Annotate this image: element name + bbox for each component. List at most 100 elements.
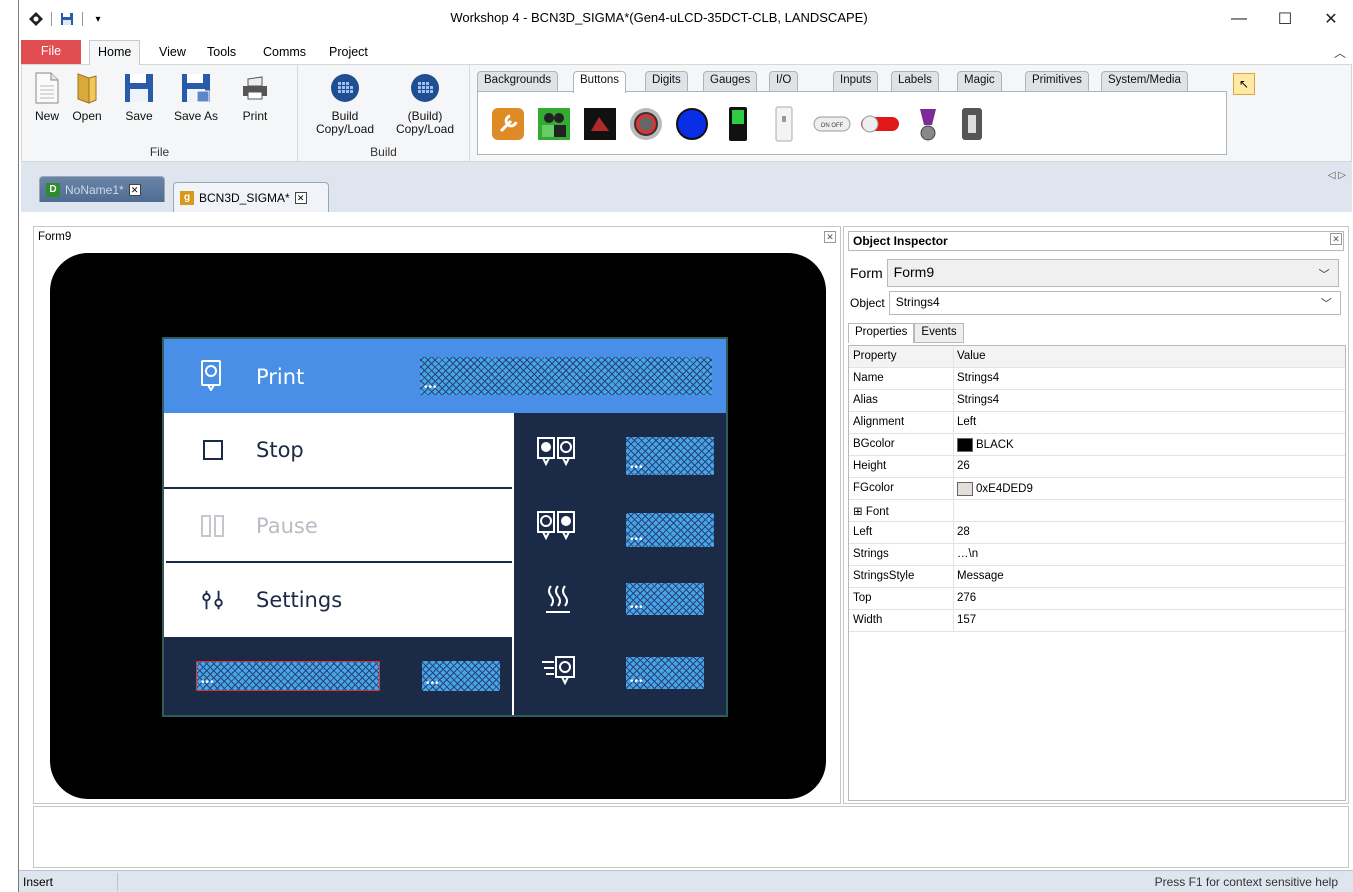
color-swatch xyxy=(957,438,973,452)
property-row[interactable]: Left 28 xyxy=(849,522,1345,544)
device-screen[interactable]: Print ••• Stop Pause Settings ••• ••• ••… xyxy=(162,337,728,717)
users-button-icon[interactable] xyxy=(536,106,572,142)
property-name: Strings xyxy=(853,548,889,560)
property-row[interactable]: Strings …\n xyxy=(849,544,1345,566)
property-value-cell[interactable]: Message xyxy=(957,570,1004,582)
palette-tab-io[interactable]: I/O xyxy=(769,71,799,91)
strings-field-selected[interactable]: ••• xyxy=(196,661,380,691)
menu-item-print[interactable]: Print ••• xyxy=(164,339,726,413)
palette-tab-inputs[interactable]: Inputs xyxy=(833,71,879,91)
round-metal-button-icon[interactable] xyxy=(628,106,664,142)
menu-item-settings[interactable]: Settings xyxy=(164,563,512,637)
bed-temp-field[interactable]: ••• xyxy=(626,583,704,615)
blue-circle-button-icon[interactable] xyxy=(674,106,710,142)
open-button[interactable]: Open xyxy=(72,71,102,123)
tab-events[interactable]: Events xyxy=(914,323,964,343)
property-value-cell[interactable]: 0xE4DED9 xyxy=(957,482,1033,496)
form-select[interactable]: Form9 ﹀ xyxy=(886,259,1339,287)
output-panel[interactable] xyxy=(33,806,1349,868)
property-row[interactable]: Width 157 xyxy=(849,610,1345,632)
left-temp-field[interactable]: ••• xyxy=(626,437,714,475)
grid-column-line xyxy=(953,390,954,412)
property-row[interactable]: Alias Strings4 xyxy=(849,390,1345,412)
property-name: StringsStyle xyxy=(853,570,915,582)
pointer-select-icon[interactable]: ↖ xyxy=(1233,73,1255,95)
ribbon-collapse-icon[interactable]: ︿ xyxy=(1334,44,1346,61)
wrench-tool-icon[interactable] xyxy=(490,106,526,142)
purple-knob-switch-icon[interactable] xyxy=(910,106,946,142)
doc-tab-noname1[interactable]: D NoName1* ✕ xyxy=(39,176,165,202)
property-row[interactable]: StringsStyle Message xyxy=(849,566,1345,588)
close-inspector-icon[interactable]: ✕ xyxy=(1330,233,1342,245)
build-group-label: Build xyxy=(370,145,397,159)
property-value-cell[interactable]: …\n xyxy=(957,548,978,560)
property-value-cell[interactable]: Strings4 xyxy=(957,394,999,406)
tab-comms[interactable]: Comms xyxy=(255,42,314,64)
app-logo-icon[interactable] xyxy=(27,10,45,28)
print-button[interactable]: Print xyxy=(240,71,270,123)
grid-column-line xyxy=(953,456,954,478)
property-value: Strings4 xyxy=(957,372,1000,384)
field-dots: ••• xyxy=(630,534,644,545)
red-toggle-icon[interactable] xyxy=(860,106,900,142)
save-quick-icon[interactable] xyxy=(58,10,76,28)
property-row[interactable]: ⊞ Font xyxy=(849,500,1345,522)
4d-logo-button-icon[interactable] xyxy=(582,106,618,142)
palette-tab-gauges[interactable]: Gauges xyxy=(703,71,758,91)
property-row[interactable]: BGcolor BLACK xyxy=(849,434,1345,456)
tab-view[interactable]: View xyxy=(151,42,194,64)
slider-switch-icon[interactable] xyxy=(766,106,802,142)
minimize-button[interactable]: — xyxy=(1216,0,1262,38)
object-select[interactable]: Strings4 ﹀ xyxy=(888,291,1341,315)
build-only-copy-load-button[interactable]: (Build) Copy/Load xyxy=(390,71,460,136)
close-button[interactable]: ✕ xyxy=(1308,0,1353,38)
save-button[interactable]: Save xyxy=(124,71,154,123)
right-temp-field[interactable]: ••• xyxy=(626,513,714,547)
close-tab-icon[interactable]: ✕ xyxy=(294,191,307,204)
tab-home[interactable]: Home xyxy=(89,40,141,65)
property-value-cell[interactable]: Left xyxy=(957,416,976,428)
close-tab-icon[interactable]: ✕ xyxy=(128,183,141,196)
new-button[interactable]: New xyxy=(32,71,62,123)
close-pane-icon[interactable]: ✕ xyxy=(824,231,836,243)
maximize-button[interactable]: ☐ xyxy=(1262,0,1308,38)
property-name: Height xyxy=(853,460,887,472)
on-off-toggle-icon[interactable]: ON OFF xyxy=(812,106,852,142)
menu-item-stop[interactable]: Stop xyxy=(164,413,512,487)
qat-customize-icon[interactable]: ▾ xyxy=(89,10,107,28)
save-as-button[interactable]: Save As xyxy=(174,71,218,123)
property-value-cell[interactable]: Strings4 xyxy=(957,372,999,384)
property-row[interactable]: Name Strings4 xyxy=(849,368,1345,390)
property-row[interactable]: Top 276 xyxy=(849,588,1345,610)
green-rocker-switch-icon[interactable] xyxy=(720,106,756,142)
palette-tab-system-media[interactable]: System/Media xyxy=(1101,71,1188,91)
palette-tab-backgrounds[interactable]: Backgrounds xyxy=(477,71,559,91)
palette-tab-digits[interactable]: Digits xyxy=(645,71,688,91)
property-value-cell[interactable]: 157 xyxy=(957,614,976,626)
property-value-cell[interactable]: BLACK xyxy=(957,438,1014,452)
palette-tab-labels[interactable]: Labels xyxy=(891,71,939,91)
palette-tab-magic[interactable]: Magic xyxy=(957,71,1002,91)
time-field[interactable]: ••• xyxy=(422,661,500,691)
property-row[interactable]: FGcolor 0xE4DED9 xyxy=(849,478,1345,500)
tab-tools[interactable]: Tools xyxy=(199,42,244,64)
palette-tab-buttons[interactable]: Buttons xyxy=(573,71,626,93)
tab-scroll-arrows-icon[interactable]: ◁ ▷ xyxy=(1328,170,1346,181)
property-grid: Property Value Name Strings4 Alias Strings4… xyxy=(848,345,1346,801)
status-string-field[interactable]: ••• xyxy=(420,357,712,395)
tab-properties[interactable]: Properties xyxy=(848,323,915,343)
property-row[interactable]: Height 26 xyxy=(849,456,1345,478)
property-value-cell[interactable]: 276 xyxy=(957,592,976,604)
open-folder-icon xyxy=(72,71,102,105)
property-value-cell[interactable]: 26 xyxy=(957,460,970,472)
tab-project[interactable]: Project xyxy=(321,42,376,64)
doc-tab-bcn3d-sigma[interactable]: g BCN3D_SIGMA* ✕ xyxy=(173,182,329,212)
property-row[interactable]: Alignment Left xyxy=(849,412,1345,434)
palette-tab-primitives[interactable]: Primitives xyxy=(1025,71,1089,91)
tab-file[interactable]: File xyxy=(21,40,81,64)
menu-item-pause[interactable]: Pause xyxy=(164,489,512,563)
fan-speed-field[interactable]: ••• xyxy=(626,657,704,689)
property-value-cell[interactable]: 28 xyxy=(957,526,970,538)
build-copy-load-button[interactable]: Build Copy/Load xyxy=(310,71,380,136)
toggle-lever-switch-icon[interactable] xyxy=(954,106,990,142)
